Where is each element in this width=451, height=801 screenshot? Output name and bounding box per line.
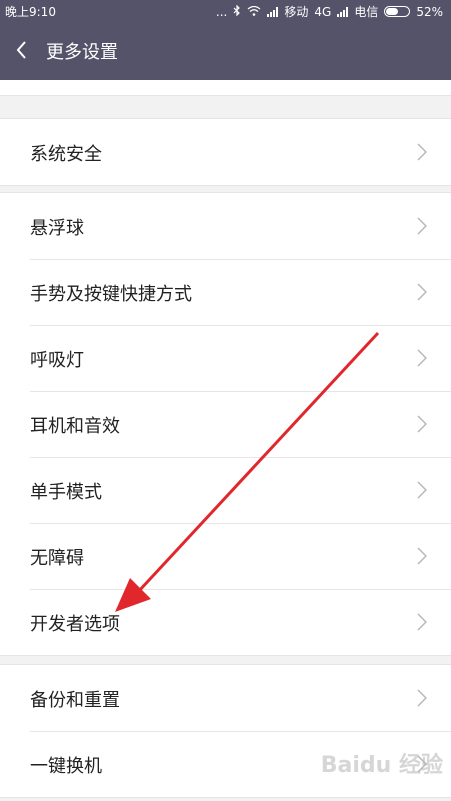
settings-section: 系统安全 bbox=[0, 118, 451, 186]
settings-item-label: 无障碍 bbox=[30, 548, 84, 569]
status-time: 晚上9:10 bbox=[5, 5, 56, 19]
battery-percent: 52% bbox=[416, 4, 443, 19]
settings-item-label: 一键换机 bbox=[30, 756, 102, 777]
status-icons: ... 移动 4G 电信 52% bbox=[216, 3, 443, 20]
chevron-right-icon bbox=[417, 481, 427, 499]
chevron-right-icon bbox=[417, 217, 427, 235]
carrier-1: 移动 bbox=[284, 5, 309, 19]
page-title: 更多设置 bbox=[46, 42, 118, 63]
chevron-right-icon bbox=[417, 613, 427, 631]
settings-item-label: 耳机和音效 bbox=[30, 416, 120, 437]
chevron-right-icon bbox=[417, 547, 427, 565]
baidu-watermark: Baidu 经验 bbox=[320, 753, 443, 778]
network-type: 4G bbox=[314, 4, 332, 19]
signal-icon-1 bbox=[267, 6, 279, 17]
settings-item-label: 手势及按键快捷方式 bbox=[30, 284, 192, 305]
chevron-right-icon bbox=[417, 283, 427, 301]
signal-icon-2 bbox=[337, 6, 349, 17]
settings-item-label: 系统安全 bbox=[30, 144, 102, 165]
chevron-right-icon bbox=[417, 689, 427, 707]
settings-item[interactable]: 悬浮球 bbox=[0, 193, 451, 259]
settings-item[interactable]: 系统安全 bbox=[0, 119, 451, 185]
bluetooth-icon bbox=[233, 4, 241, 19]
settings-item-label: 悬浮球 bbox=[30, 218, 84, 239]
chevron-left-icon bbox=[16, 41, 26, 59]
app-header: 晚上9:10 ... 移动 4G 电信 52% 更多设置 bbox=[0, 0, 451, 80]
settings-item[interactable]: 呼吸灯 bbox=[0, 325, 451, 391]
settings-item[interactable]: 手势及按键快捷方式 bbox=[0, 259, 451, 325]
chevron-right-icon bbox=[417, 143, 427, 161]
status-bar: 晚上9:10 ... 移动 4G 电信 52% bbox=[0, 0, 451, 22]
settings-item[interactable]: 耳机和音效 bbox=[0, 391, 451, 457]
back-button[interactable] bbox=[8, 32, 40, 68]
settings-item[interactable]: 单手模式 bbox=[0, 457, 451, 523]
settings-section: 悬浮球手势及按键快捷方式 呼吸灯耳机和音效单手模式无障碍开发者选项 bbox=[0, 192, 451, 656]
title-bar: 更多设置 bbox=[0, 26, 451, 74]
battery-icon bbox=[384, 6, 411, 17]
settings-item[interactable]: 无障碍 bbox=[0, 523, 451, 589]
settings-item[interactable]: 备份和重置 bbox=[0, 665, 451, 731]
settings-item-label: 呼吸灯 bbox=[30, 350, 84, 371]
settings-item-label: 单手模式 bbox=[30, 482, 102, 503]
settings-item-label: 开发者选项 bbox=[30, 614, 120, 635]
chevron-right-icon bbox=[417, 415, 427, 433]
wifi-icon bbox=[247, 5, 261, 19]
chevron-right-icon bbox=[417, 349, 427, 367]
carrier-2: 电信 bbox=[354, 5, 379, 19]
more-dots-icon: ... bbox=[215, 4, 228, 19]
settings-item-label: 备份和重置 bbox=[30, 690, 120, 711]
settings-item[interactable]: 开发者选项 bbox=[0, 589, 451, 655]
